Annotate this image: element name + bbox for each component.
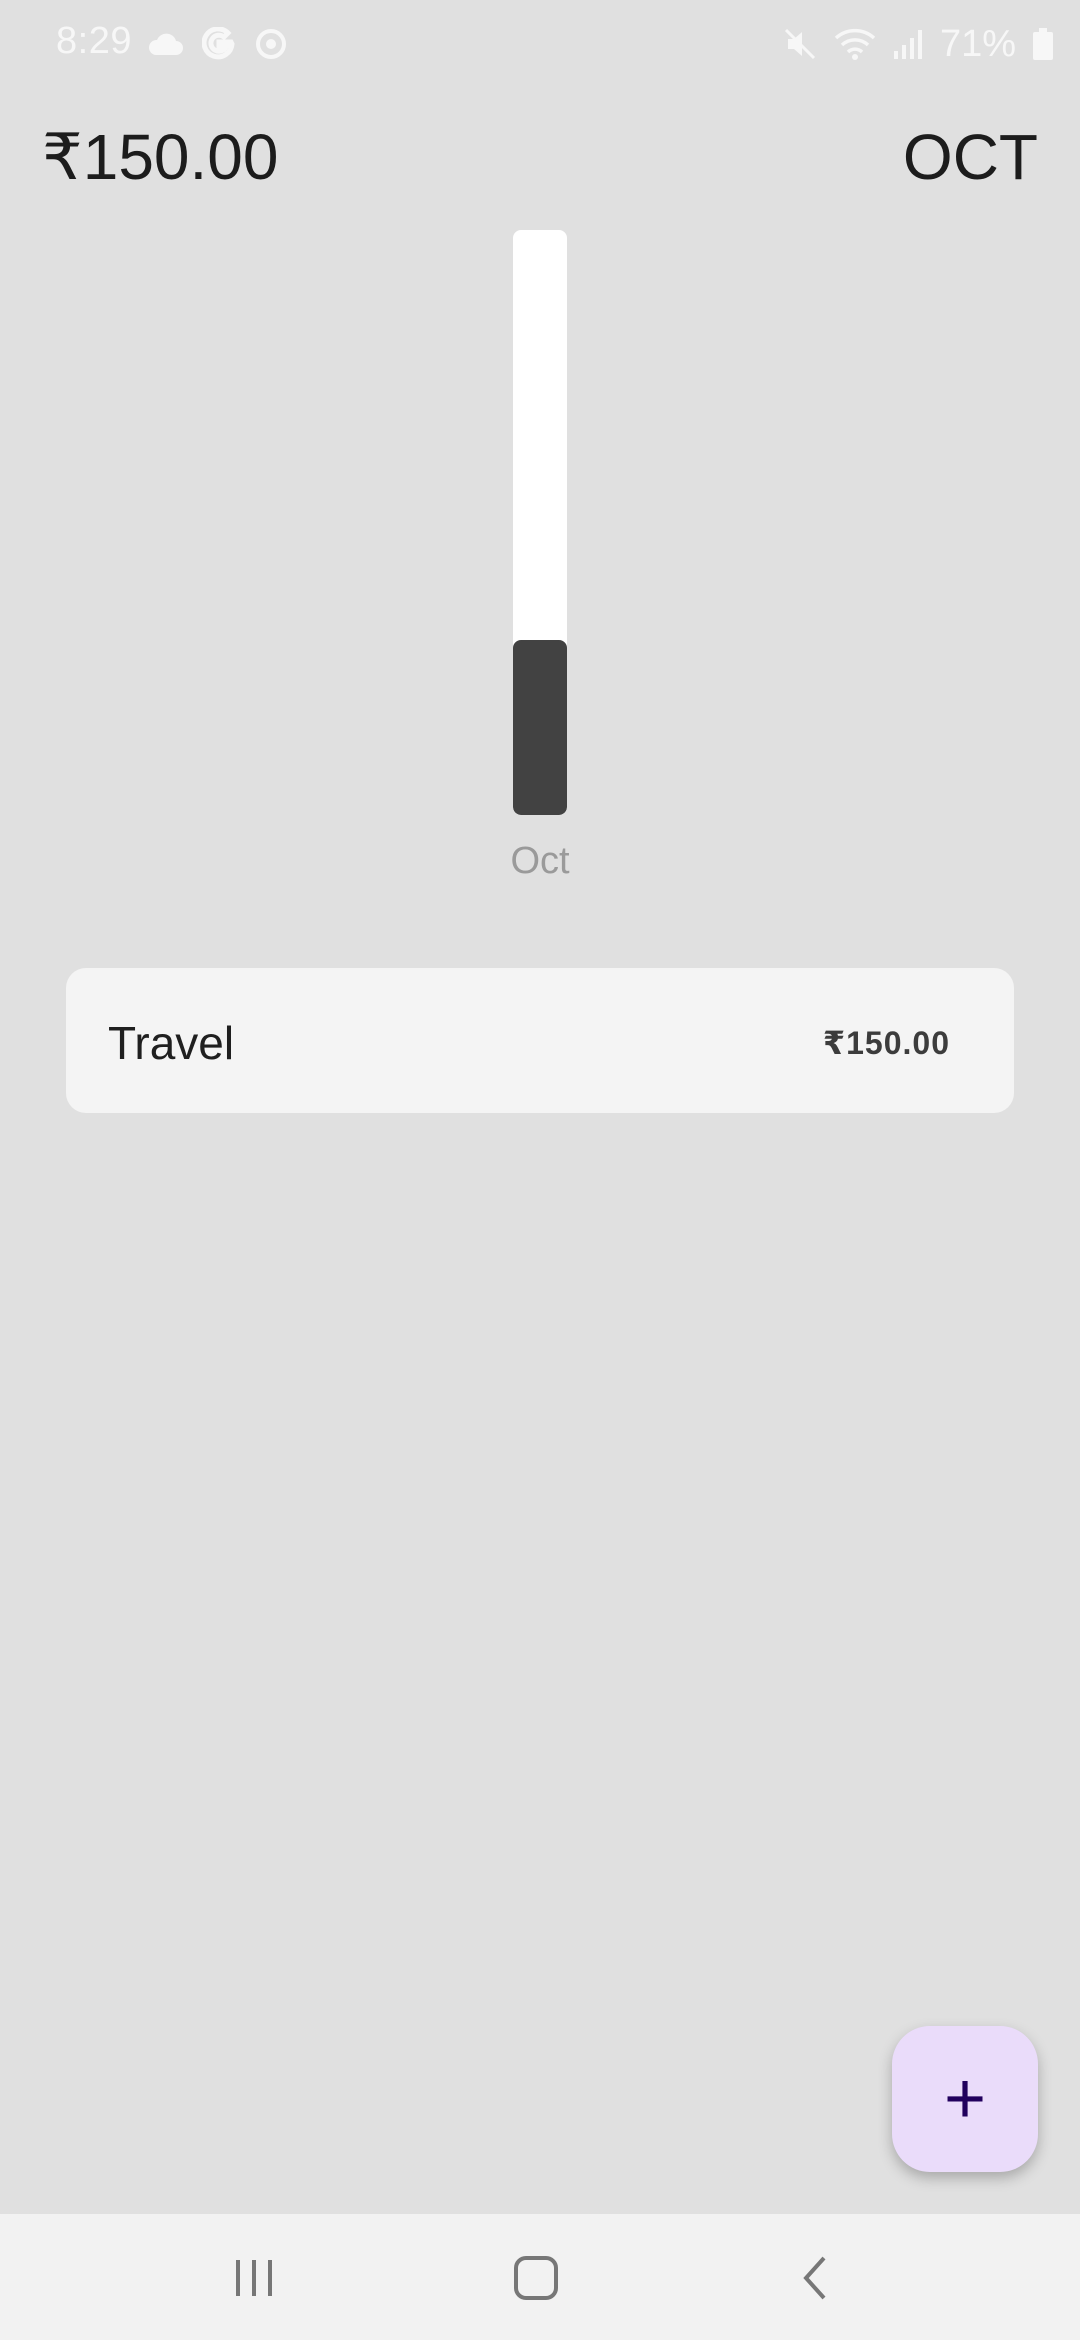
month-selector[interactable]: OCT	[903, 120, 1038, 194]
navigation-bar	[0, 2214, 1080, 2340]
mute-icon	[782, 26, 818, 62]
back-icon[interactable]	[786, 2252, 846, 2304]
bar-track[interactable]	[513, 230, 567, 815]
wifi-icon	[834, 26, 876, 62]
google-icon	[202, 27, 236, 61]
plus-icon: +	[943, 2059, 987, 2139]
cloud-icon	[148, 31, 184, 57]
monthly-chart: Oct	[0, 230, 1080, 910]
recents-icon[interactable]	[224, 2252, 284, 2304]
bar-fill	[513, 639, 567, 815]
bar-label: Oct	[510, 840, 570, 882]
list-item[interactable]: Travel ₹150.00	[66, 968, 1014, 1113]
add-expense-button[interactable]: +	[892, 2026, 1038, 2172]
battery-percent: 71%	[939, 22, 1016, 65]
battery-icon	[1032, 27, 1054, 61]
expense-category: Travel	[108, 1017, 235, 1069]
status-time: 8:29	[56, 20, 132, 62]
expense-amount: ₹150.00	[822, 1025, 950, 1061]
status-bar: 8:29 71%	[0, 0, 1080, 86]
total-amount: ₹150.00	[42, 121, 279, 193]
signal-icon	[892, 27, 924, 61]
home-icon[interactable]	[506, 2252, 566, 2304]
target-icon	[254, 27, 288, 61]
